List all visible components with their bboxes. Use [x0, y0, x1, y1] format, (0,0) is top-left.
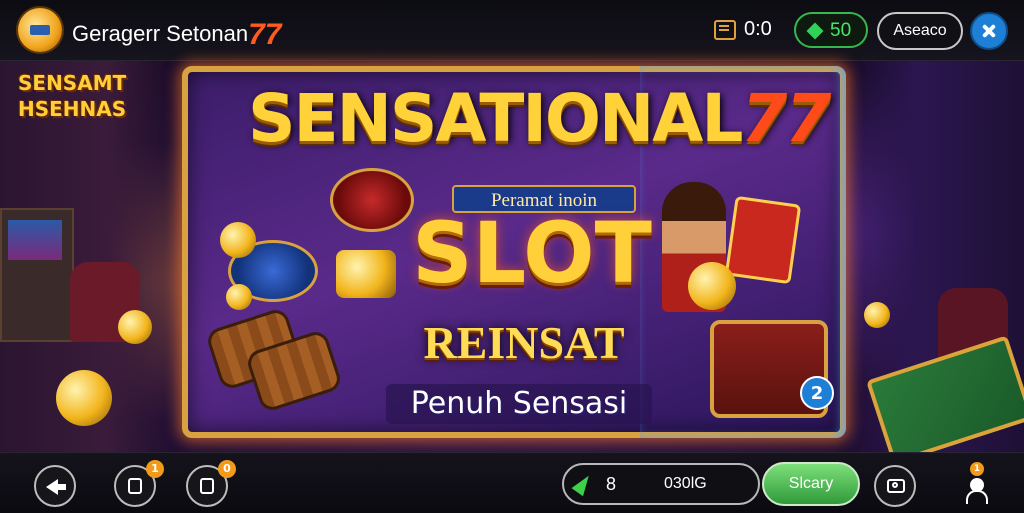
bolt-icon — [571, 471, 595, 497]
game-title-number: 77 — [741, 80, 831, 157]
wallet-icon — [128, 478, 142, 494]
coin-decor — [220, 222, 256, 258]
coin-balance-value: 50 — [830, 20, 852, 41]
logo-emblem — [30, 25, 50, 35]
person-icon-body — [966, 490, 988, 504]
close-icon[interactable] — [970, 12, 1008, 50]
back-arrow-icon — [46, 479, 66, 495]
wallet-badge: 1 — [146, 460, 164, 478]
bet-value: 8 — [606, 474, 617, 494]
bet-total: 030lG — [664, 475, 707, 492]
tagline-text: Penuh Sensasi — [386, 384, 652, 424]
coin-decor — [336, 250, 396, 298]
timer-icon — [714, 20, 736, 40]
info-badge[interactable]: 2 — [800, 376, 834, 410]
timer-value: 0:0 — [744, 18, 772, 40]
arcade-screen — [8, 220, 62, 260]
shirt-badge: 0 — [218, 460, 236, 478]
card-symbol — [724, 195, 802, 285]
headline-text: REINSAT — [423, 317, 625, 368]
coin-decor — [56, 370, 112, 426]
coin-logo-icon[interactable] — [18, 8, 62, 52]
coin-decor — [864, 302, 890, 328]
camera-button[interactable] — [874, 465, 916, 507]
coin-decor — [226, 284, 252, 310]
background-banner: SENSAMT HSEHNAS — [18, 71, 127, 121]
coin-balance[interactable]: 50 — [794, 12, 868, 48]
arcade-machine — [0, 208, 74, 342]
app-title: Geragerr Setonan77 — [72, 15, 282, 51]
app-title-number: 77 — [248, 18, 282, 51]
app-title-text: Geragerr Setonan — [72, 21, 249, 46]
account-button[interactable]: Aseaco — [877, 12, 963, 50]
game-title-text: SENSATIONAL — [248, 80, 743, 157]
camera-icon — [887, 479, 905, 493]
top-bar: Geragerr Setonan77 0:0 50 Aseaco — [0, 0, 1024, 61]
gem-icon — [806, 22, 824, 40]
back-button[interactable] — [34, 465, 76, 507]
bet-panel[interactable]: 8 030lG — [562, 463, 760, 505]
shirt-icon — [200, 478, 214, 494]
start-button[interactable]: Slcary — [762, 462, 860, 506]
coin-decor — [118, 310, 152, 344]
slot-heading: SLOT — [412, 204, 652, 302]
coin-decor — [688, 262, 736, 310]
profile-badge: 1 — [970, 462, 984, 476]
game-title: SENSATIONAL77 — [248, 80, 831, 157]
